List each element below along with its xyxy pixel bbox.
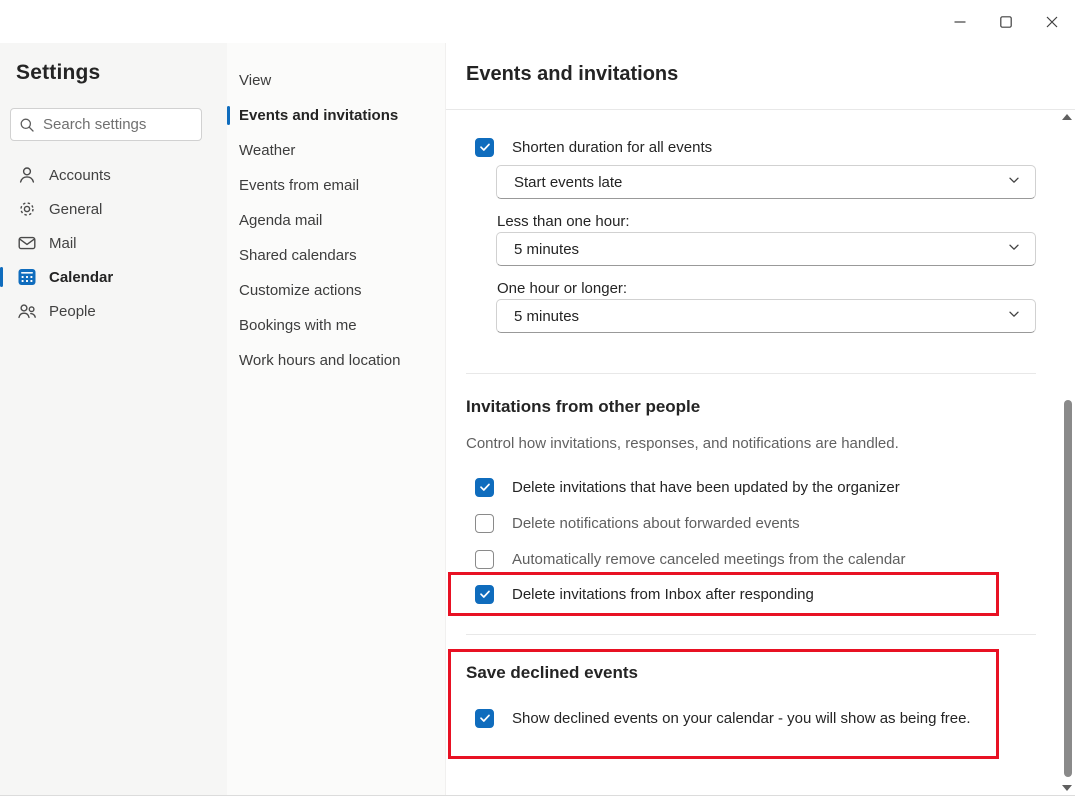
show-declined-events-checkbox-row[interactable]: Show declined events on your calendar - … [475, 708, 981, 728]
highlight-box-delete-invitations: Delete invitations from Inbox after resp… [448, 572, 999, 616]
sidebar-item-mail[interactable]: Mail [0, 226, 227, 260]
nav-item-weather[interactable]: Weather [227, 133, 445, 168]
people-icon [17, 301, 37, 321]
chevron-down-icon [1007, 307, 1021, 326]
gear-icon [17, 199, 37, 219]
sidebar-item-accounts[interactable]: Accounts [0, 158, 227, 192]
highlight-box-save-declined: Save declined events Show declined event… [448, 649, 999, 759]
nav-item-events-and-invitations[interactable]: Events and invitations [227, 98, 445, 133]
delete-invitations-after-responding-checkbox-row[interactable]: Delete invitations from Inbox after resp… [475, 584, 981, 604]
shorten-duration-dropdown[interactable]: Start events late [496, 165, 1036, 199]
nav-item-label: Events and invitations [239, 107, 398, 124]
section-divider [466, 373, 1036, 374]
checkbox-label: Delete notifications about forwarded eve… [512, 515, 800, 532]
shorten-duration-checkbox-row[interactable]: Shorten duration for all events [475, 137, 1036, 157]
checkbox[interactable] [475, 138, 494, 157]
nav-item-view[interactable]: View [227, 63, 445, 98]
one-hour-or-longer-dropdown[interactable]: 5 minutes [496, 299, 1036, 333]
delete-updated-invitations-checkbox-row[interactable]: Delete invitations that have been update… [475, 477, 1036, 497]
checkbox[interactable] [475, 478, 494, 497]
dropdown-value: 5 minutes [514, 308, 579, 325]
checkmark-icon [479, 588, 491, 600]
maximize-button[interactable] [983, 0, 1029, 43]
checkbox[interactable] [475, 585, 494, 604]
calendar-icon [17, 267, 37, 287]
checkbox[interactable] [475, 514, 494, 533]
nav-item-shared-calendars[interactable]: Shared calendars [227, 238, 445, 273]
sidebar-item-label: Accounts [49, 167, 111, 184]
window-bottom-edge [0, 795, 1075, 802]
settings-window: Settings Accounts Gene [0, 0, 1075, 802]
settings-content: Events and invitations Shorten duration … [445, 43, 1075, 795]
invitations-section-description: Control how invitations, responses, and … [466, 435, 1036, 454]
sidebar-item-people[interactable]: People [0, 294, 227, 328]
nav-item-label: Bookings with me [239, 317, 357, 334]
sidebar-nav: Accounts General Mail [0, 158, 227, 328]
chevron-down-icon [1007, 240, 1021, 259]
search-input[interactable] [43, 116, 242, 133]
mail-icon [17, 233, 37, 253]
nav-item-customize-actions[interactable]: Customize actions [227, 273, 445, 308]
titlebar [0, 0, 1075, 43]
nav-item-label: Customize actions [239, 282, 362, 299]
checkbox-label: Automatically remove canceled meetings f… [512, 551, 906, 568]
page-title: Events and invitations [466, 63, 1075, 86]
close-button[interactable] [1029, 0, 1075, 43]
nav-item-label: Work hours and location [239, 352, 400, 369]
calendar-settings-nav: View Events and invitations Weather Even… [227, 43, 445, 795]
nav-item-work-hours-and-location[interactable]: Work hours and location [227, 343, 445, 378]
less-than-hour-label: Less than one hour: [497, 213, 1036, 232]
close-icon [1046, 16, 1058, 28]
checkmark-icon [479, 481, 491, 493]
settings-title: Settings [16, 61, 227, 85]
scrollbar-up-arrow[interactable] [1062, 114, 1072, 120]
nav-item-bookings-with-me[interactable]: Bookings with me [227, 308, 445, 343]
checkmark-icon [479, 712, 491, 724]
scrollbar-thumb[interactable] [1064, 400, 1072, 777]
scroll-area: Shorten duration for all events Start ev… [446, 110, 1075, 759]
nav-item-label: View [239, 72, 271, 89]
nav-item-agenda-mail[interactable]: Agenda mail [227, 203, 445, 238]
delete-forwarded-notifications-checkbox-row[interactable]: Delete notifications about forwarded eve… [475, 513, 1036, 533]
nav-item-label: Events from email [239, 177, 359, 194]
checkbox-label: Delete invitations that have been update… [512, 479, 900, 496]
settings-sidebar: Settings Accounts Gene [0, 43, 227, 795]
less-than-hour-dropdown[interactable]: 5 minutes [496, 232, 1036, 266]
section-divider [466, 634, 1036, 635]
chevron-down-icon [1007, 173, 1021, 192]
sidebar-item-calendar[interactable]: Calendar [0, 260, 227, 294]
dropdown-value: 5 minutes [514, 241, 579, 258]
search-settings-box[interactable] [10, 108, 202, 141]
content-header: Events and invitations [446, 43, 1075, 110]
person-icon [17, 165, 37, 185]
nav-item-events-from-email[interactable]: Events from email [227, 168, 445, 203]
sidebar-item-label: Mail [49, 235, 77, 252]
sidebar-item-label: People [49, 303, 96, 320]
checkbox-label: Show declined events on your calendar - … [512, 710, 971, 727]
minimize-icon [954, 16, 966, 28]
maximize-icon [1000, 16, 1012, 28]
checkbox-label: Shorten duration for all events [512, 139, 712, 156]
checkbox[interactable] [475, 550, 494, 569]
sidebar-item-label: General [49, 201, 102, 218]
sidebar-item-general[interactable]: General [0, 192, 227, 226]
search-icon [19, 115, 35, 135]
one-hour-or-longer-label: One hour or longer: [497, 280, 1036, 299]
remove-canceled-meetings-checkbox-row[interactable]: Automatically remove canceled meetings f… [475, 549, 1036, 569]
nav-item-label: Weather [239, 142, 295, 159]
sidebar-item-label: Calendar [49, 269, 113, 286]
dropdown-value: Start events late [514, 174, 622, 191]
minimize-button[interactable] [937, 0, 983, 43]
declined-section-title: Save declined events [466, 663, 981, 685]
nav-item-label: Shared calendars [239, 247, 357, 264]
invitations-section-title: Invitations from other people [466, 397, 1036, 419]
scrollbar-down-arrow[interactable] [1062, 785, 1072, 791]
checkmark-icon [479, 141, 491, 153]
checkbox-label: Delete invitations from Inbox after resp… [512, 586, 814, 603]
checkbox[interactable] [475, 709, 494, 728]
nav-item-label: Agenda mail [239, 212, 322, 229]
